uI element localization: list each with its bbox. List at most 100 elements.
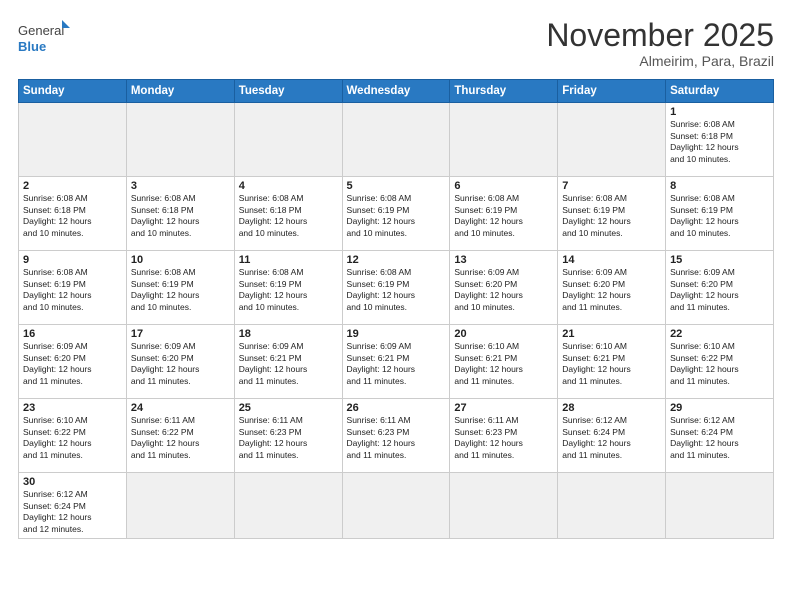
calendar-cell: 27Sunrise: 6:11 AM Sunset: 6:23 PM Dayli… xyxy=(450,399,558,473)
day-number: 2 xyxy=(23,180,122,192)
day-info: Sunrise: 6:09 AM Sunset: 6:20 PM Dayligh… xyxy=(131,341,230,387)
svg-text:Blue: Blue xyxy=(18,39,46,54)
day-number: 24 xyxy=(131,402,230,414)
calendar-cell xyxy=(234,103,342,177)
calendar-cell: 12Sunrise: 6:08 AM Sunset: 6:19 PM Dayli… xyxy=(342,251,450,325)
calendar-cell: 2Sunrise: 6:08 AM Sunset: 6:18 PM Daylig… xyxy=(19,177,127,251)
day-info: Sunrise: 6:10 AM Sunset: 6:21 PM Dayligh… xyxy=(454,341,553,387)
day-info: Sunrise: 6:11 AM Sunset: 6:23 PM Dayligh… xyxy=(239,415,338,461)
calendar-cell: 30Sunrise: 6:12 AM Sunset: 6:24 PM Dayli… xyxy=(19,473,127,539)
calendar-cell: 15Sunrise: 6:09 AM Sunset: 6:20 PM Dayli… xyxy=(666,251,774,325)
day-number: 12 xyxy=(347,254,446,266)
day-info: Sunrise: 6:09 AM Sunset: 6:20 PM Dayligh… xyxy=(454,267,553,313)
day-number: 17 xyxy=(131,328,230,340)
calendar-cell: 28Sunrise: 6:12 AM Sunset: 6:24 PM Dayli… xyxy=(558,399,666,473)
calendar-cell: 16Sunrise: 6:09 AM Sunset: 6:20 PM Dayli… xyxy=(19,325,127,399)
month-title: November 2025 xyxy=(546,18,774,53)
day-info: Sunrise: 6:09 AM Sunset: 6:21 PM Dayligh… xyxy=(239,341,338,387)
day-info: Sunrise: 6:12 AM Sunset: 6:24 PM Dayligh… xyxy=(670,415,769,461)
header-wednesday: Wednesday xyxy=(342,80,450,103)
day-info: Sunrise: 6:08 AM Sunset: 6:19 PM Dayligh… xyxy=(347,193,446,239)
calendar-cell xyxy=(450,103,558,177)
calendar-cell: 19Sunrise: 6:09 AM Sunset: 6:21 PM Dayli… xyxy=(342,325,450,399)
day-info: Sunrise: 6:08 AM Sunset: 6:18 PM Dayligh… xyxy=(239,193,338,239)
header-tuesday: Tuesday xyxy=(234,80,342,103)
calendar-cell: 14Sunrise: 6:09 AM Sunset: 6:20 PM Dayli… xyxy=(558,251,666,325)
calendar-cell: 21Sunrise: 6:10 AM Sunset: 6:21 PM Dayli… xyxy=(558,325,666,399)
calendar: Sunday Monday Tuesday Wednesday Thursday… xyxy=(18,79,774,539)
day-info: Sunrise: 6:12 AM Sunset: 6:24 PM Dayligh… xyxy=(562,415,661,461)
calendar-cell: 3Sunrise: 6:08 AM Sunset: 6:18 PM Daylig… xyxy=(126,177,234,251)
calendar-cell: 17Sunrise: 6:09 AM Sunset: 6:20 PM Dayli… xyxy=(126,325,234,399)
day-number: 11 xyxy=(239,254,338,266)
day-number: 4 xyxy=(239,180,338,192)
calendar-cell: 7Sunrise: 6:08 AM Sunset: 6:19 PM Daylig… xyxy=(558,177,666,251)
calendar-cell: 22Sunrise: 6:10 AM Sunset: 6:22 PM Dayli… xyxy=(666,325,774,399)
day-info: Sunrise: 6:08 AM Sunset: 6:19 PM Dayligh… xyxy=(23,267,122,313)
header-monday: Monday xyxy=(126,80,234,103)
day-info: Sunrise: 6:08 AM Sunset: 6:18 PM Dayligh… xyxy=(131,193,230,239)
day-info: Sunrise: 6:12 AM Sunset: 6:24 PM Dayligh… xyxy=(23,489,122,535)
header: General Blue November 2025 Almeirim, Par… xyxy=(18,18,774,69)
calendar-cell xyxy=(450,473,558,539)
day-number: 21 xyxy=(562,328,661,340)
day-number: 15 xyxy=(670,254,769,266)
calendar-cell xyxy=(19,103,127,177)
day-number: 28 xyxy=(562,402,661,414)
svg-text:General: General xyxy=(18,23,64,38)
calendar-cell xyxy=(666,473,774,539)
calendar-row: 1Sunrise: 6:08 AM Sunset: 6:18 PM Daylig… xyxy=(19,103,774,177)
day-number: 18 xyxy=(239,328,338,340)
day-info: Sunrise: 6:08 AM Sunset: 6:19 PM Dayligh… xyxy=(347,267,446,313)
calendar-cell: 20Sunrise: 6:10 AM Sunset: 6:21 PM Dayli… xyxy=(450,325,558,399)
day-info: Sunrise: 6:08 AM Sunset: 6:18 PM Dayligh… xyxy=(670,119,769,165)
day-info: Sunrise: 6:09 AM Sunset: 6:21 PM Dayligh… xyxy=(347,341,446,387)
calendar-cell xyxy=(558,103,666,177)
calendar-cell xyxy=(342,103,450,177)
day-info: Sunrise: 6:10 AM Sunset: 6:22 PM Dayligh… xyxy=(23,415,122,461)
day-info: Sunrise: 6:11 AM Sunset: 6:23 PM Dayligh… xyxy=(347,415,446,461)
day-info: Sunrise: 6:11 AM Sunset: 6:22 PM Dayligh… xyxy=(131,415,230,461)
header-saturday: Saturday xyxy=(666,80,774,103)
calendar-cell: 10Sunrise: 6:08 AM Sunset: 6:19 PM Dayli… xyxy=(126,251,234,325)
day-number: 20 xyxy=(454,328,553,340)
calendar-cell: 26Sunrise: 6:11 AM Sunset: 6:23 PM Dayli… xyxy=(342,399,450,473)
day-info: Sunrise: 6:08 AM Sunset: 6:19 PM Dayligh… xyxy=(454,193,553,239)
day-number: 5 xyxy=(347,180,446,192)
day-number: 1 xyxy=(670,106,769,118)
day-number: 25 xyxy=(239,402,338,414)
day-number: 6 xyxy=(454,180,553,192)
weekday-header-row: Sunday Monday Tuesday Wednesday Thursday… xyxy=(19,80,774,103)
title-block: November 2025 Almeirim, Para, Brazil xyxy=(546,18,774,69)
calendar-cell xyxy=(342,473,450,539)
day-number: 13 xyxy=(454,254,553,266)
calendar-cell: 6Sunrise: 6:08 AM Sunset: 6:19 PM Daylig… xyxy=(450,177,558,251)
day-info: Sunrise: 6:08 AM Sunset: 6:19 PM Dayligh… xyxy=(670,193,769,239)
day-number: 22 xyxy=(670,328,769,340)
day-number: 8 xyxy=(670,180,769,192)
day-number: 26 xyxy=(347,402,446,414)
day-number: 19 xyxy=(347,328,446,340)
calendar-row: 30Sunrise: 6:12 AM Sunset: 6:24 PM Dayli… xyxy=(19,473,774,539)
calendar-row: 16Sunrise: 6:09 AM Sunset: 6:20 PM Dayli… xyxy=(19,325,774,399)
calendar-row: 9Sunrise: 6:08 AM Sunset: 6:19 PM Daylig… xyxy=(19,251,774,325)
day-info: Sunrise: 6:09 AM Sunset: 6:20 PM Dayligh… xyxy=(670,267,769,313)
day-info: Sunrise: 6:09 AM Sunset: 6:20 PM Dayligh… xyxy=(562,267,661,313)
calendar-cell: 29Sunrise: 6:12 AM Sunset: 6:24 PM Dayli… xyxy=(666,399,774,473)
header-sunday: Sunday xyxy=(19,80,127,103)
day-info: Sunrise: 6:10 AM Sunset: 6:22 PM Dayligh… xyxy=(670,341,769,387)
calendar-cell: 18Sunrise: 6:09 AM Sunset: 6:21 PM Dayli… xyxy=(234,325,342,399)
calendar-cell: 4Sunrise: 6:08 AM Sunset: 6:18 PM Daylig… xyxy=(234,177,342,251)
calendar-cell xyxy=(558,473,666,539)
calendar-cell: 24Sunrise: 6:11 AM Sunset: 6:22 PM Dayli… xyxy=(126,399,234,473)
logo: General Blue xyxy=(18,18,70,56)
generalblue-logo-icon: General Blue xyxy=(18,18,70,56)
day-number: 7 xyxy=(562,180,661,192)
day-number: 9 xyxy=(23,254,122,266)
calendar-cell: 9Sunrise: 6:08 AM Sunset: 6:19 PM Daylig… xyxy=(19,251,127,325)
day-number: 29 xyxy=(670,402,769,414)
calendar-cell: 1Sunrise: 6:08 AM Sunset: 6:18 PM Daylig… xyxy=(666,103,774,177)
calendar-cell: 11Sunrise: 6:08 AM Sunset: 6:19 PM Dayli… xyxy=(234,251,342,325)
calendar-row: 2 Sunrise: 6:08 AM Sunset: 6:18 PM Daylig… xyxy=(19,177,774,251)
header-friday: Friday xyxy=(558,80,666,103)
